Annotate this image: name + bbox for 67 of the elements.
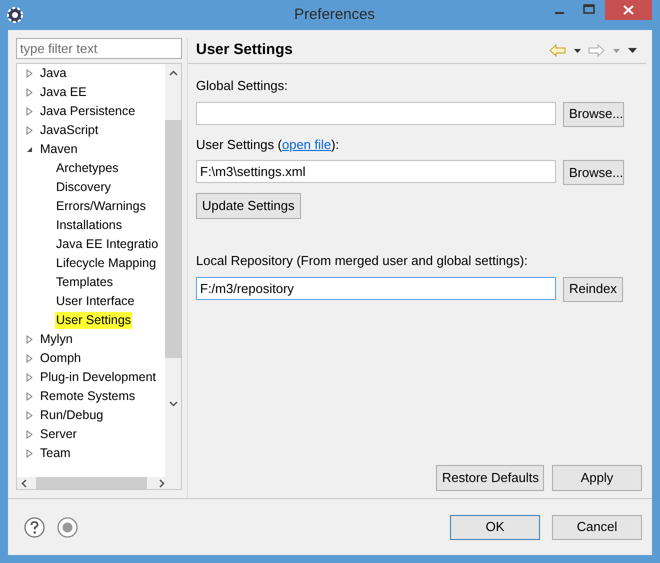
browse-button[interactable]: Browse... bbox=[563, 102, 624, 126]
tree-item[interactable]: Java Persistence bbox=[39, 103, 136, 120]
collapsed-arrow-icon[interactable] bbox=[26, 449, 33, 458]
scroll-left-icon[interactable] bbox=[21, 478, 27, 488]
tree-item[interactable]: Archetypes bbox=[55, 160, 120, 177]
tree-item[interactable]: Server bbox=[39, 426, 78, 443]
tree-item[interactable]: Templates bbox=[55, 274, 114, 291]
field-label: User Settings (open file): bbox=[196, 136, 340, 154]
tree-item[interactable]: User Interface bbox=[55, 293, 136, 310]
collapsed-arrow-icon[interactable] bbox=[26, 411, 33, 420]
tree-item[interactable]: Discovery bbox=[55, 179, 112, 196]
field-label: Global Settings: bbox=[196, 77, 289, 95]
apply-button[interactable]: Apply bbox=[552, 465, 642, 491]
collapsed-arrow-icon[interactable] bbox=[26, 373, 33, 382]
tree-item[interactable]: Run/Debug bbox=[39, 407, 104, 424]
text-field[interactable]: F:\m3\settings.xml bbox=[196, 160, 556, 183]
tree-item[interactable]: Oomph bbox=[39, 350, 82, 367]
reindex-button[interactable]: Reindex bbox=[563, 276, 623, 302]
back-arrow-icon[interactable] bbox=[549, 44, 566, 57]
collapsed-arrow-icon[interactable] bbox=[26, 69, 33, 78]
tree-item[interactable]: Team bbox=[39, 445, 72, 462]
restore-defaults-button[interactable]: Restore Defaults bbox=[436, 465, 544, 491]
scrollbar-thumb[interactable] bbox=[36, 477, 147, 489]
ok-button[interactable]: OK bbox=[450, 514, 540, 540]
help-icon[interactable] bbox=[24, 516, 45, 538]
scroll-right-icon[interactable] bbox=[159, 478, 165, 488]
record-icon[interactable] bbox=[57, 516, 78, 538]
tree-item[interactable]: Java EE Integratio bbox=[55, 236, 160, 253]
window-title: Preferences bbox=[293, 4, 376, 25]
tree-item[interactable]: Installations bbox=[55, 217, 124, 234]
menu-caret-icon[interactable] bbox=[627, 47, 638, 54]
collapsed-arrow-icon[interactable] bbox=[26, 107, 33, 116]
tree-item[interactable]: Remote Systems bbox=[39, 388, 136, 405]
collapsed-arrow-icon[interactable] bbox=[26, 335, 33, 344]
tree-item[interactable]: Lifecycle Mapping bbox=[55, 255, 158, 272]
collapsed-arrow-icon[interactable] bbox=[26, 88, 33, 97]
gear-icon bbox=[6, 6, 24, 24]
scrollbar-thumb[interactable] bbox=[165, 120, 181, 358]
horizontal-scrollbar[interactable] bbox=[17, 477, 181, 489]
collapsed-arrow-icon[interactable] bbox=[26, 392, 33, 401]
text-field[interactable] bbox=[196, 102, 556, 124]
filter-field[interactable]: type filter text bbox=[16, 38, 182, 59]
field-label: Local Repository (From merged user and global settings): bbox=[196, 252, 529, 270]
caret-icon[interactable] bbox=[572, 48, 582, 54]
update-settings-button[interactable]: Update Settings bbox=[196, 193, 301, 219]
tree-item[interactable]: Plug-in Development bbox=[39, 369, 158, 386]
tree-item[interactable]: Java EE bbox=[39, 84, 88, 101]
cancel-button[interactable]: Cancel bbox=[552, 514, 642, 540]
tree-item[interactable]: Mylyn bbox=[39, 331, 74, 348]
vertical-scrollbar[interactable] bbox=[165, 64, 181, 477]
tree-item[interactable]: Errors/Warnings bbox=[55, 198, 147, 215]
close-button[interactable] bbox=[605, 0, 652, 20]
open-file-link[interactable]: open file bbox=[282, 136, 332, 152]
collapsed-arrow-icon[interactable] bbox=[26, 430, 33, 439]
tree-item[interactable]: Maven bbox=[39, 141, 79, 158]
collapsed-arrow-icon[interactable] bbox=[26, 354, 33, 363]
scroll-up-icon[interactable] bbox=[168, 70, 178, 76]
collapsed-arrow-icon[interactable] bbox=[26, 126, 33, 135]
tree-item[interactable]: Java bbox=[39, 65, 68, 82]
page-title: User Settings bbox=[196, 40, 294, 60]
tree-item[interactable]: User Settings bbox=[55, 312, 132, 329]
scroll-down-icon[interactable] bbox=[168, 401, 178, 407]
forward-arrow-icon[interactable] bbox=[588, 44, 605, 57]
tree-item[interactable]: JavaScript bbox=[39, 122, 100, 139]
browse-button[interactable]: Browse... bbox=[563, 160, 624, 185]
expanded-arrow-icon[interactable] bbox=[26, 146, 33, 153]
text-field[interactable]: F:/m3/repository bbox=[196, 276, 556, 300]
